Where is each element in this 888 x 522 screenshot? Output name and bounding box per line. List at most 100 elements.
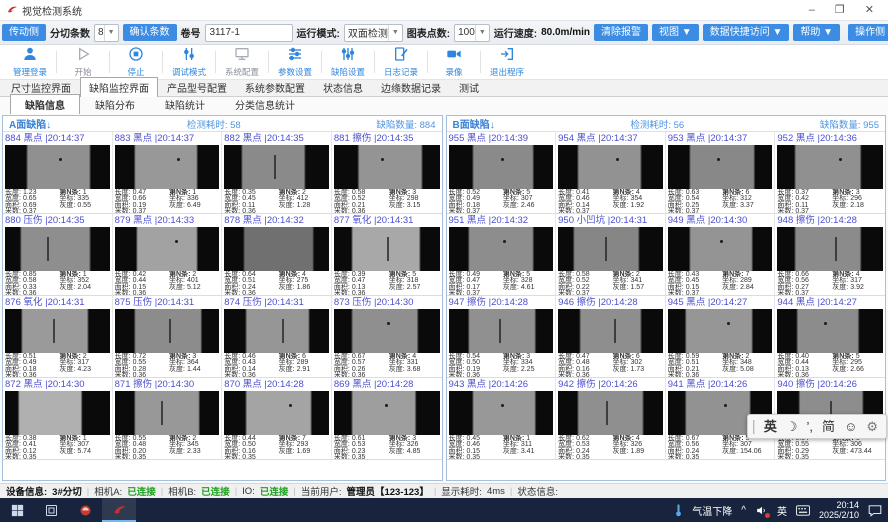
defect-cell[interactable]: 946 擦伤 |20:14:28长度:0.47宽度:0.48面积:0.16米数:…	[556, 296, 666, 378]
action-exit[interactable]: 退出程序	[481, 46, 533, 77]
defect-meta: 长度:0.72宽度:0.55面积:0.28米数:0.36第N条:3坐标:364灰…	[115, 353, 220, 378]
action-log[interactable]: 日志记录	[375, 46, 427, 77]
task-view-button[interactable]	[34, 498, 68, 522]
action-camera[interactable]: 录像	[428, 46, 480, 77]
defect-thumbnail	[449, 145, 554, 189]
defect-count: 缺陷数量: 955	[820, 117, 879, 131]
action-monitor[interactable]: 系统配置	[216, 46, 268, 77]
meta-line: 灰度:154.06	[722, 449, 772, 455]
maximize-button[interactable]: ❐	[835, 0, 845, 20]
pinned-app-button[interactable]	[68, 498, 102, 522]
main-tab-1[interactable]: 缺陷监控界面	[80, 77, 158, 97]
defect-cell[interactable]: 947 擦伤 |20:14:28长度:0.54宽度:0.50面积:0.19米数:…	[447, 296, 557, 378]
weather-text[interactable]: 气温下降	[692, 503, 732, 518]
run-mode-select[interactable]: 双面检测▼	[344, 24, 403, 42]
defect-cell[interactable]: 877 氧化 |20:14:31长度:0.39宽度:0.47面积:0.13米数:…	[332, 214, 442, 296]
defect-cell[interactable]: 875 压伤 |20:14:31长度:0.72宽度:0.55面积:0.28米数:…	[113, 296, 223, 378]
defect-meta: 长度:0.58宽度:0.52面积:0.22米数:0.37第N条:2坐标:341灰…	[558, 271, 663, 296]
operator-side-button[interactable]: 操作侧	[848, 24, 888, 41]
clear-alarm-button[interactable]: 清除报警	[594, 24, 648, 41]
defect-cell[interactable]: 954 黑点 |20:14:37长度:0.41宽度:0.46面积:0.14米数:…	[556, 132, 666, 214]
keyboard-icon[interactable]	[796, 505, 810, 516]
input-language-indicator[interactable]: 英	[777, 503, 787, 518]
gear-icon[interactable]: ⚙	[866, 420, 878, 433]
moon-icon[interactable]: ☽	[786, 420, 798, 433]
action-sliders-v[interactable]: 缺陷设置	[322, 46, 374, 77]
defect-cell[interactable]: 869 黑点 |20:14:28长度:0.61宽度:0.53面积:0.23米数:…	[332, 378, 442, 460]
meta-value: 5.74	[77, 449, 91, 455]
ime-drag-handle[interactable]	[753, 420, 755, 434]
defect-meta: 长度:0.55宽度:0.48面积:0.20米数:0.35第N条:2坐标:345灰…	[115, 435, 220, 460]
panel-title[interactable]: A面缺陷↓	[9, 116, 51, 131]
action-play[interactable]: 开始	[57, 46, 109, 77]
view-menu-button[interactable]: 视图 ▼	[652, 24, 699, 41]
defect-cell[interactable]: 950 小凹坑 |20:14:31长度:0.58宽度:0.52面积:0.22米数…	[556, 214, 666, 296]
drive-side-button[interactable]: 传动侧	[2, 24, 46, 41]
ime-english-mode[interactable]: 英	[764, 420, 777, 433]
defect-cell[interactable]: 878 黑点 |20:14:32长度:0.64宽度:0.51面积:0.24米数:…	[222, 214, 332, 296]
slit-count-select[interactable]: 8▼	[94, 24, 119, 42]
defect-cell[interactable]: 944 黑点 |20:14:27长度:0.40宽度:0.44面积:0.13米数:…	[775, 296, 885, 378]
ime-simplified[interactable]: 简	[822, 420, 835, 433]
taskbar-clock[interactable]: 20:14 2025/2/10	[819, 500, 859, 520]
defect-cell[interactable]: 882 黑点 |20:14:35长度:0.35宽度:0.45面积:0.11米数:…	[222, 132, 332, 214]
volume-button[interactable]	[755, 504, 768, 517]
roll-number-input[interactable]	[205, 24, 293, 42]
defect-cell[interactable]: 870 黑点 |20:14:28长度:0.44宽度:0.50面积:0.16米数:…	[222, 378, 332, 460]
defect-cell[interactable]: 942 擦伤 |20:14:26长度:0.62宽度:0.53面积:0.24米数:…	[556, 378, 666, 460]
defect-cell[interactable]: 948 擦伤 |20:14:28长度:0.66宽度:0.56面积:0.27米数:…	[775, 214, 885, 296]
tray-expand-caret[interactable]: ^	[741, 505, 746, 516]
action-stop[interactable]: 停止	[110, 46, 162, 77]
emoji-icon[interactable]: ☺	[844, 420, 857, 433]
defect-cell[interactable]: 952 黑点 |20:14:36长度:0.37宽度:0.42面积:0.11米数:…	[775, 132, 885, 214]
defect-cell[interactable]: 884 黑点 |20:14:37长度:1.23宽度:0.65面积:0.69米数:…	[3, 132, 113, 214]
defect-cell[interactable]: 955 黑点 |20:14:39长度:0.52宽度:0.49面积:0.18米数:…	[447, 132, 557, 214]
action-tune[interactable]: 调试模式	[163, 46, 215, 77]
ime-punctuation[interactable]: ’,	[807, 420, 814, 433]
defect-cell[interactable]: 949 黑点 |20:14:30长度:0.43宽度:0.45面积:0.15米数:…	[666, 214, 776, 296]
inspection-app-button[interactable]	[102, 498, 136, 522]
sub-tab-2[interactable]: 缺陷统计	[150, 94, 220, 114]
action-user[interactable]: 管理登录	[4, 46, 56, 77]
defect-cell-label: 877 氧化 |20:14:31	[334, 214, 440, 227]
help-menu-button[interactable]: 帮助 ▼	[793, 24, 840, 41]
meta-value: 2.46	[521, 203, 535, 209]
defect-cell[interactable]: 880 压伤 |20:14:35长度:0.85宽度:0.58面积:0.33米数:…	[3, 214, 113, 296]
defect-mark	[606, 401, 608, 425]
confirm-count-button[interactable]: 确认条数	[123, 24, 177, 41]
minimize-button[interactable]: –	[809, 0, 815, 20]
defect-thumbnail	[668, 227, 773, 271]
main-tab-4[interactable]: 状态信息	[314, 77, 372, 96]
defect-cell[interactable]: 953 黑点 |20:14:37长度:0.63宽度:0.54面积:0.25米数:…	[666, 132, 776, 214]
data-quick-access-button[interactable]: 数据快捷访问 ▼	[703, 24, 790, 41]
defect-cell[interactable]: 876 氧化 |20:14:31长度:0.51宽度:0.49面积:0.18米数:…	[3, 296, 113, 378]
chart-points-select[interactable]: 100▼	[454, 24, 490, 42]
sub-tab-3[interactable]: 分类信息统计	[220, 94, 310, 114]
defect-cell[interactable]: 879 黑点 |20:14:33长度:0.42宽度:0.44面积:0.15米数:…	[113, 214, 223, 296]
defect-cell[interactable]: 881 擦伤 |20:14:35长度:0.58宽度:0.52面积:0.21米数:…	[332, 132, 442, 214]
sub-tab-0[interactable]: 缺陷信息	[10, 94, 80, 114]
meta-key: 米数:	[668, 455, 684, 460]
notification-center-icon[interactable]	[868, 504, 882, 517]
defect-cell[interactable]: 874 压伤 |20:14:31长度:0.46宽度:0.43面积:0.14米数:…	[222, 296, 332, 378]
panel-title[interactable]: B面缺陷↓	[453, 116, 495, 131]
meta-right-column: 第N条:6坐标:312灰度:3.37	[722, 190, 772, 214]
close-button[interactable]: ✕	[865, 0, 874, 20]
defect-cell[interactable]: 872 黑点 |20:14:30长度:0.38宽度:0.41面积:0.12米数:…	[3, 378, 113, 460]
meta-right-column: 第N条:2坐标:412灰度:1.28	[279, 190, 329, 214]
camera-a-label: 相机A:	[94, 484, 122, 498]
sub-tab-1[interactable]: 缺陷分布	[80, 94, 150, 114]
start-button[interactable]	[0, 498, 34, 522]
defect-cell[interactable]: 883 黑点 |20:14:37长度:0.47宽度:0.66面积:0.19米数:…	[113, 132, 223, 214]
main-tab-5[interactable]: 边缘数据记录	[372, 77, 450, 96]
main-tab-6[interactable]: 测试	[450, 77, 488, 96]
action-sliders-h[interactable]: 参数设置	[269, 46, 321, 77]
defect-cell[interactable]: 871 擦伤 |20:14:30长度:0.55宽度:0.48面积:0.20米数:…	[113, 378, 223, 460]
ime-language-bar[interactable]: 英 ☽ ’, 简 ☺ ⚙	[747, 414, 887, 439]
defect-cell[interactable]: 873 压伤 |20:14:30长度:0.67宽度:0.57面积:0.26米数:…	[332, 296, 442, 378]
defect-cell[interactable]: 943 黑点 |20:14:26长度:0.45宽度:0.46面积:0.15米数:…	[447, 378, 557, 460]
meta-value: 0.35	[686, 455, 700, 460]
defect-cell[interactable]: 951 黑点 |20:14:32长度:0.49宽度:0.47面积:0.17米数:…	[447, 214, 557, 296]
defect-mark	[289, 404, 292, 407]
defect-cell[interactable]: 945 黑点 |20:14:27长度:0.59宽度:0.51面积:0.21米数:…	[666, 296, 776, 378]
